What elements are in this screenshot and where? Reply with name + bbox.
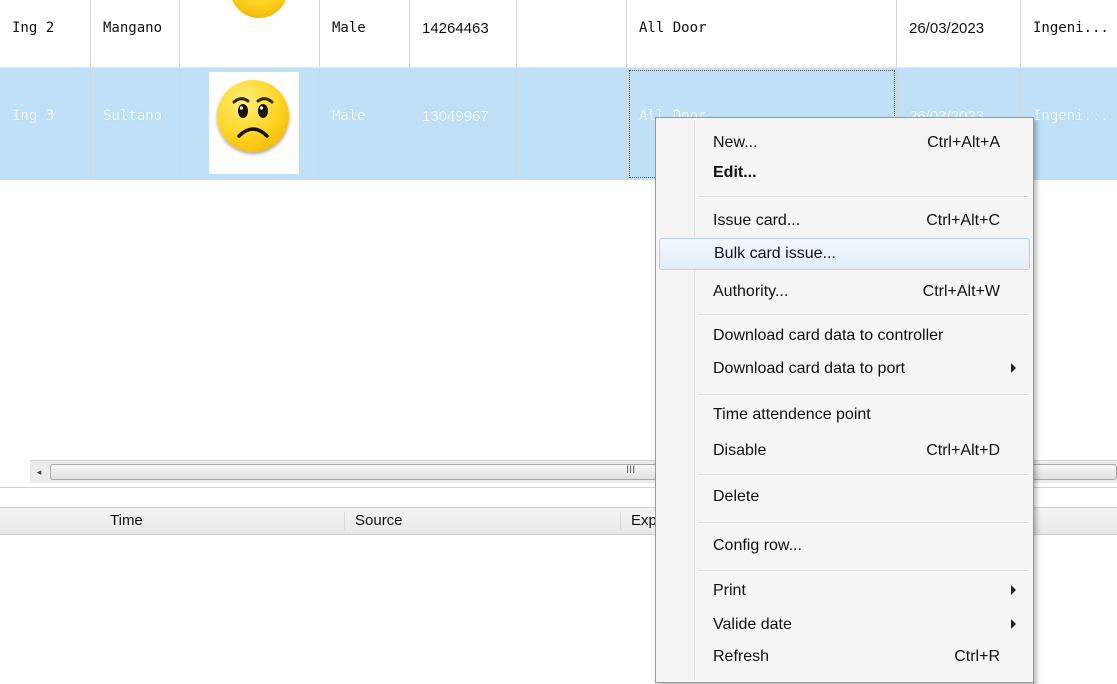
- menu-item-label: Download card data to controller: [713, 327, 944, 344]
- menu-item-shortcut: Ctrl+Alt+W: [922, 283, 1000, 300]
- menu-item-shortcut: Ctrl+R: [954, 648, 1000, 665]
- menu-item-shortcut: Ctrl+Alt+C: [926, 212, 1000, 229]
- menu-item-label: Edit...: [713, 164, 757, 181]
- scrollbar-grip-icon: III: [626, 464, 636, 476]
- menu-item-print[interactable]: Print: [659, 576, 1030, 608]
- cell-card-number[interactable]: 14264463: [410, 0, 517, 67]
- menu-item-download-to-port[interactable]: Download card data to port: [659, 354, 1030, 386]
- cell-id[interactable]: Ing 2: [0, 0, 91, 67]
- menu-item-label: Refresh: [713, 648, 770, 665]
- menu-item-label: Valide date: [713, 616, 792, 633]
- cell-name[interactable]: Sultano: [91, 68, 180, 180]
- cell-name[interactable]: Mangano: [91, 0, 180, 67]
- menu-separator: [698, 196, 1028, 198]
- scroll-left-arrow-icon[interactable]: ◂: [30, 461, 48, 483]
- menu-item-label: Authority...: [713, 283, 789, 300]
- menu-separator: [698, 570, 1028, 572]
- menu-item-label: Print: [713, 582, 746, 599]
- menu-item-label: Time attendence point: [713, 406, 871, 423]
- smiley-happy-icon: [230, 0, 288, 18]
- menu-item-issue-card[interactable]: Issue card... Ctrl+Alt+C: [659, 206, 1030, 238]
- menu-item-shortcut: Ctrl+Alt+A: [927, 134, 1000, 151]
- column-header-blank[interactable]: [0, 512, 98, 530]
- table-row[interactable]: Ing 2 Mangano Male 14264463 All Door 26/…: [0, 0, 1117, 68]
- cell-empty[interactable]: [517, 68, 627, 180]
- menu-item-edit[interactable]: Edit...: [659, 158, 1030, 190]
- menu-item-download-to-controller[interactable]: Download card data to controller: [659, 321, 1030, 353]
- menu-separator: [698, 522, 1028, 524]
- submenu-arrow-icon: [1011, 363, 1016, 373]
- menu-item-label: Config row...: [713, 537, 802, 554]
- cell-empty[interactable]: [517, 0, 627, 67]
- menu-item-label: New...: [713, 134, 758, 151]
- menu-item-shortcut: Ctrl+Alt+D: [926, 442, 1000, 459]
- cell-text: Ingeni...: [1033, 20, 1109, 36]
- menu-item-label: Bulk card issue...: [714, 245, 836, 262]
- cell-text: Male: [332, 20, 366, 36]
- submenu-arrow-icon: [1011, 619, 1016, 629]
- menu-item-label: Download card data to port: [713, 360, 906, 377]
- menu-item-time-attendance-point[interactable]: Time attendence point: [659, 400, 1030, 432]
- menu-item-refresh[interactable]: Refresh Ctrl+R: [659, 642, 1030, 674]
- cell-text: Mangano: [103, 20, 163, 36]
- cell-sex[interactable]: Male: [320, 0, 410, 67]
- menu-item-config-row[interactable]: Config row...: [659, 531, 1030, 563]
- menu-separator: [698, 314, 1028, 316]
- cell-text: 26/03/2023: [909, 20, 985, 37]
- menu-item-delete[interactable]: Delete: [659, 482, 1030, 514]
- column-header-source[interactable]: Source: [344, 512, 625, 530]
- cell-department[interactable]: Ingeni...: [1021, 68, 1117, 180]
- cell-photo[interactable]: [180, 68, 320, 180]
- photo-frame: [209, 72, 299, 174]
- menu-item-label: Disable: [713, 442, 767, 459]
- cell-text: Ing 2: [12, 20, 55, 36]
- cell-id[interactable]: Ing 3: [0, 68, 91, 180]
- cell-text: Ingeni...: [1033, 108, 1109, 124]
- menu-item-label: Issue card...: [713, 212, 801, 229]
- cell-text: All Door: [639, 20, 707, 36]
- cell-text: Ing 3: [12, 108, 55, 124]
- cell-card-number[interactable]: 13049967: [410, 68, 517, 180]
- cell-door[interactable]: All Door: [627, 0, 897, 67]
- cell-date[interactable]: 26/03/2023: [897, 0, 1021, 67]
- cell-sex[interactable]: Male: [320, 68, 410, 180]
- smiley-sad-icon: [217, 80, 289, 152]
- menu-separator: [698, 394, 1028, 396]
- cell-text: Male: [332, 108, 366, 124]
- column-header-time[interactable]: Time: [100, 512, 340, 530]
- cell-photo[interactable]: [180, 0, 320, 67]
- menu-item-valid-date[interactable]: Valide date: [659, 610, 1030, 642]
- cell-text: 13049967: [422, 108, 489, 125]
- menu-item-label: Delete: [713, 488, 760, 505]
- cell-text: 14264463: [422, 20, 489, 37]
- menu-separator: [698, 474, 1028, 476]
- menu-item-bulk-card-issue[interactable]: Bulk card issue...: [659, 238, 1030, 270]
- menu-item-disable[interactable]: Disable Ctrl+Alt+D: [659, 436, 1030, 468]
- menu-item-authority[interactable]: Authority... Ctrl+Alt+W: [659, 277, 1030, 309]
- cell-text: Sultano: [103, 108, 163, 124]
- submenu-arrow-icon: [1011, 585, 1016, 595]
- menu-item-new[interactable]: New... Ctrl+Alt+A: [659, 128, 1030, 160]
- context-menu: New... Ctrl+Alt+A Edit... Issue card... …: [655, 117, 1034, 683]
- cell-department[interactable]: Ingeni...: [1021, 0, 1117, 67]
